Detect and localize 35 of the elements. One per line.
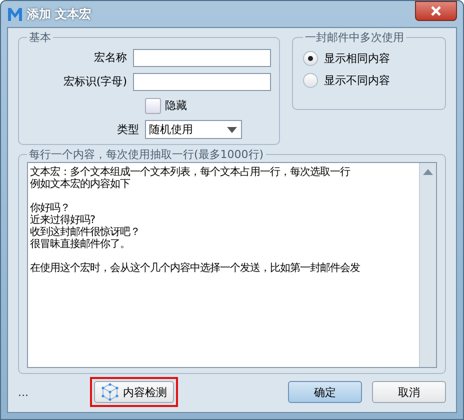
text-line: 收到这封邮件很惊讶吧？ (30, 226, 140, 238)
dropdown-arrow-icon (227, 126, 237, 132)
input-field[interactable] (133, 72, 271, 90)
text-line: 在使用这个宏时，会从这个几个内容中选择一个发送，比如第一封邮件会发 (30, 262, 360, 274)
radio-label: 显示不同内容 (324, 72, 390, 88)
scroll-bar[interactable] (419, 163, 436, 367)
text-line: 近来过得好吗? (30, 214, 96, 226)
type-dropdown[interactable]: 随机使用 (145, 120, 242, 139)
ok-button[interactable]: 确定 (288, 381, 362, 403)
text-line: 你好吗？ (30, 202, 70, 214)
checkbox[interactable] (145, 98, 161, 114)
text-area-field[interactable]: 文本宏：多个文本组成一个文本列表，每个文本占用一行，每次选取一行 例如文本宏的内容如下 你好吗？ 近来过得好吗? 收到这封邮件很惊讶吧？ 很冒昧直接邮件你了。 在使用这个宏时，会从这个几个内容中选择一个发送，比如第一封邮件会发 (27, 162, 437, 368)
group-title: 一封邮件中多次使用 (304, 30, 405, 45)
group-title: 每行一个内容，每次使用抽取一行(最多1000行) (28, 147, 265, 162)
content-check-button[interactable]: 内容检测 (94, 381, 174, 403)
field-label: 类型 (116, 122, 139, 137)
ellipsis-text: ... (18, 386, 30, 398)
group-title: 基本 (28, 30, 52, 45)
scroll-up-icon (423, 169, 433, 175)
field-label: 宏名称 (93, 50, 127, 65)
cancel-button[interactable]: 取消 (372, 381, 446, 403)
letter-m-logo-icon (7, 6, 23, 22)
network-icon (101, 383, 119, 401)
text-line: 例如文本宏的内容如下 (30, 178, 130, 190)
text-line: 文本宏：多个文本组成一个文本列表，每个文本占用一行，每次选取一行 (30, 166, 350, 178)
window-title: 添加 文本宏 (27, 6, 92, 22)
radio-button[interactable] (303, 50, 318, 66)
radio-button[interactable] (303, 72, 318, 88)
checkbox-label: 隐藏 (165, 98, 187, 113)
close-button[interactable] (415, 1, 457, 21)
close-icon (431, 6, 441, 16)
text-line: 很冒昧直接邮件你了。 (30, 238, 130, 250)
field-label: 宏标识(字母) (62, 74, 127, 89)
radio-label: 显示相同内容 (324, 50, 390, 66)
input-field[interactable] (133, 48, 271, 66)
